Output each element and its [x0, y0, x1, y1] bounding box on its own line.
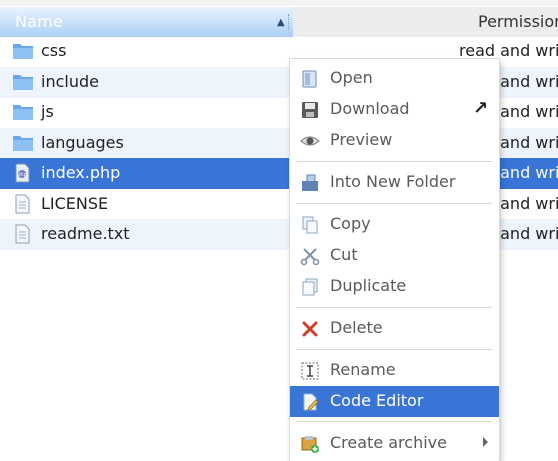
- folder-icon: [12, 102, 33, 122]
- new-folder-icon: [300, 173, 320, 193]
- menu-item-create-archive[interactable]: Create archive: [290, 428, 499, 459]
- menu-item-label: Into New Folder: [330, 172, 456, 191]
- submenu-arrow-icon: [483, 437, 488, 447]
- menu-item-download[interactable]: Download ↗: [290, 94, 499, 125]
- file-list-header: Name ▲ Permissions: [0, 7, 558, 37]
- folder-icon: [12, 41, 33, 61]
- svg-text:php: php: [17, 172, 27, 178]
- column-header-permissions[interactable]: Permissions: [293, 7, 558, 37]
- menu-item-preview[interactable]: Preview: [290, 125, 499, 156]
- delete-icon: [300, 319, 320, 339]
- text-file-icon: [12, 224, 32, 244]
- menu-separator: [296, 421, 492, 422]
- file-name: readme.txt: [41, 224, 130, 243]
- text-file-icon: [12, 194, 32, 214]
- eye-icon: [300, 131, 320, 151]
- file-permissions: read and write: [459, 41, 558, 60]
- menu-item-delete[interactable]: Delete: [290, 313, 499, 344]
- menu-separator: [296, 161, 492, 162]
- folder-icon: [12, 133, 33, 153]
- code-editor-icon: [300, 392, 320, 412]
- toolbar-edge: [0, 0, 558, 6]
- menu-item-rename[interactable]: Rename: [290, 355, 499, 386]
- menu-item-duplicate[interactable]: Duplicate: [290, 271, 499, 302]
- menu-item-label: Duplicate: [330, 276, 407, 295]
- sort-ascending-icon[interactable]: ▲: [277, 17, 285, 28]
- column-resize-handle[interactable]: [288, 14, 292, 30]
- file-name: js: [41, 102, 54, 121]
- file-name: languages: [41, 133, 124, 152]
- menu-item-label: Code Editor: [330, 391, 424, 410]
- context-menu: Open Download ↗ Preview Into New Folder …: [290, 59, 499, 461]
- menu-item-label: Rename: [330, 360, 396, 379]
- archive-icon: [300, 434, 320, 454]
- menu-item-label: Cut: [330, 245, 358, 264]
- menu-separator: [296, 349, 492, 350]
- file-name: LICENSE: [41, 194, 109, 213]
- column-header-name[interactable]: Name ▲: [0, 7, 293, 37]
- menu-item-label: Open: [330, 68, 373, 87]
- column-header-permissions-label: Permissions: [478, 12, 558, 31]
- menu-item-copy[interactable]: Copy: [290, 209, 499, 240]
- folder-icon: [12, 72, 33, 92]
- php-file-icon: php: [12, 163, 32, 183]
- menu-item-into-new-folder[interactable]: Into New Folder: [290, 167, 499, 198]
- column-header-name-label: Name: [15, 12, 64, 31]
- menu-item-code-editor[interactable]: Code Editor: [290, 386, 499, 417]
- open-icon: [300, 69, 320, 89]
- menu-item-cut[interactable]: Cut: [290, 240, 499, 271]
- menu-item-label: Copy: [330, 214, 371, 233]
- menu-item-label: Delete: [330, 318, 383, 337]
- menu-item-open[interactable]: Open: [290, 63, 499, 94]
- file-name: include: [41, 72, 99, 91]
- file-name: index.php: [41, 163, 121, 182]
- menu-item-label: Download: [330, 99, 410, 118]
- menu-separator: [296, 203, 492, 204]
- download-icon: [300, 100, 320, 120]
- external-link-icon: ↗: [473, 98, 489, 119]
- file-name: css: [41, 41, 67, 60]
- menu-item-label: Create archive: [330, 433, 447, 452]
- duplicate-icon: [300, 277, 320, 297]
- scissors-icon: [300, 246, 320, 266]
- menu-separator: [296, 307, 492, 308]
- rename-icon: [300, 361, 320, 381]
- copy-icon: [300, 215, 320, 235]
- menu-item-label: Preview: [330, 130, 393, 149]
